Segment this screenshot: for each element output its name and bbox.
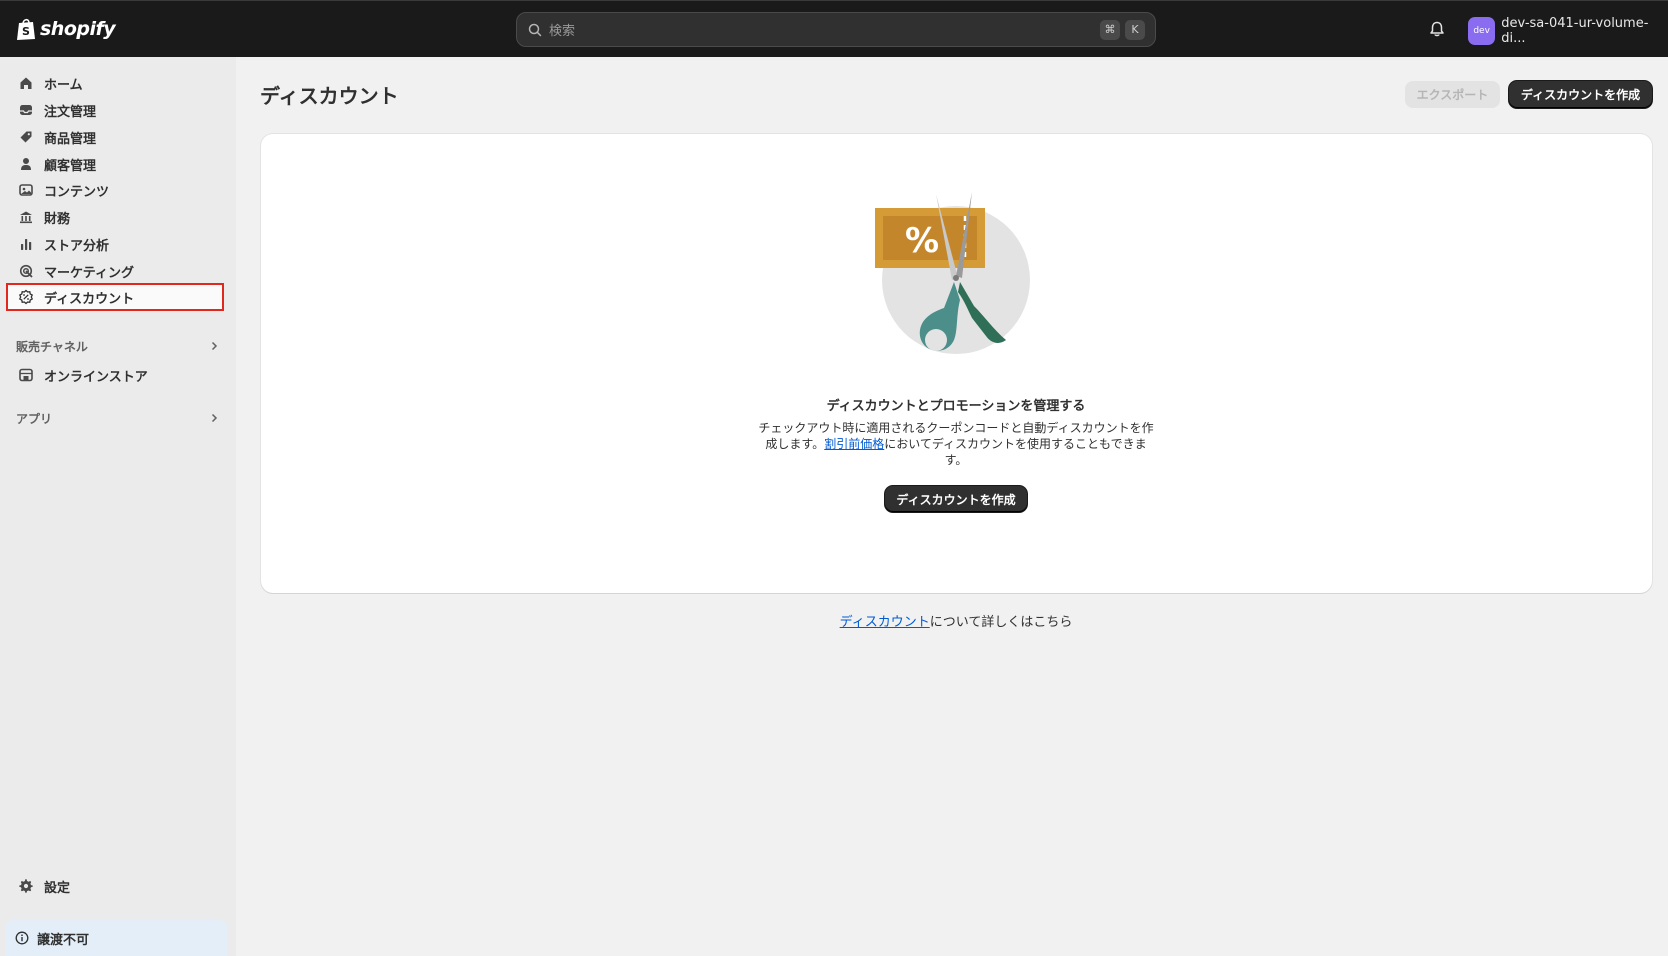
home-icon [20,77,32,89]
bank-icon [20,211,32,224]
create-discount-button[interactable]: ディスカウントを作成 [1509,81,1652,108]
notice-label: 譲渡不可 [37,932,90,948]
sidebar-item-label: コンテンツ [44,184,110,200]
svg-text:%: % [905,221,939,261]
apps-header[interactable]: アプリ [16,408,222,428]
sidebar-item-label: ホーム [44,77,83,93]
compare-at-price-link[interactable]: 割引前価格 [824,437,884,451]
sidebar-item-orders[interactable]: 注文管理 [8,97,222,123]
sidebar-item-label: 注文管理 [44,104,97,120]
top-bar: S shopify 検索 ⌘ K dev dev-sa-041-ur-volum… [0,0,1668,57]
apps-label: アプリ [16,411,53,426]
image-icon [19,184,33,196]
sidebar-item-label: 顧客管理 [44,158,97,174]
store-icon [19,368,33,382]
store-switcher[interactable]: dev dev-sa-041-ur-volume-di... [1468,16,1668,46]
sidebar-item-content[interactable]: コンテンツ [8,177,222,203]
info-icon [15,931,29,945]
search-icon [528,23,542,36]
shortcut-key-k: K [1125,19,1145,40]
sidebar-item-label: 商品管理 [44,131,97,147]
desc-text-after: においてディスカウントを使用することもできます。 [884,437,1147,467]
shortcut-key-cmd: ⌘ [1100,19,1120,40]
person-icon [21,158,31,170]
sidebar-item-label: 設定 [44,880,71,896]
sidebar-item-label: 財務 [44,211,71,227]
sidebar-item-discounts[interactable]: ディスカウント [6,283,224,311]
chevron-right-icon [211,341,218,351]
sales-channels-label: 販売チャネル [16,339,88,354]
non-transferable-notice[interactable]: 譲渡不可 [5,920,227,956]
empty-state-create-button[interactable]: ディスカウントを作成 [885,486,1027,512]
bar-chart-icon [21,239,32,250]
sidebar-item-analytics[interactable]: ストア分析 [8,231,222,257]
search-bar[interactable]: 検索 ⌘ K [516,12,1156,47]
sidebar-item-online-store[interactable]: オンラインストア [8,362,222,388]
sales-channels-header[interactable]: 販売チャネル [16,336,222,356]
empty-state-description: チェックアウト時に適用されるクーポンコードと自動ディスカウントを作成します。割引… [756,420,1156,468]
empty-state-heading: ディスカウントとプロモーションを管理する [826,399,1086,414]
sidebar-item-finance[interactable]: 財務 [8,204,222,230]
sidebar-item-home[interactable]: ホーム [8,70,222,96]
sidebar: ホーム 注文管理 商品管理 顧客管理 コンテンツ 財務 ストア分析 マーケティン… [0,57,236,956]
shopify-bag-icon: S [17,18,35,40]
discount-icon [18,289,34,305]
bell-icon[interactable] [1428,20,1446,38]
shopify-wordmark: shopify [40,18,116,40]
learn-more-footer: ディスカウントについて詳しくはこちら [700,611,1212,630]
tag-icon [20,131,32,143]
store-avatar: dev [1468,17,1496,45]
sidebar-item-label: ディスカウント [44,291,135,307]
chevron-right-icon [211,413,218,423]
sidebar-item-settings[interactable]: 設定 [8,873,222,899]
export-button[interactable]: エクスポート [1405,81,1500,108]
sidebar-item-marketing[interactable]: マーケティング [8,258,222,284]
svg-text:S: S [22,25,30,38]
search-placeholder: 検索 [549,24,576,39]
discount-scissors-illustration: % [875,192,1030,354]
shopify-logo[interactable]: S shopify [16,17,116,41]
learn-more-suffix: について詳しくはこちら [929,615,1073,630]
page-title: ディスカウント [260,84,399,108]
gear-icon [19,879,33,893]
store-name: dev-sa-041-ur-volume-di... [1501,16,1649,46]
target-icon [19,264,33,278]
sidebar-item-label: オンラインストア [44,369,148,385]
sidebar-item-customers[interactable]: 顧客管理 [8,151,222,177]
learn-more-discounts-link[interactable]: ディスカウント [840,615,930,630]
sidebar-item-products[interactable]: 商品管理 [8,124,222,150]
sidebar-item-label: マーケティング [44,265,134,281]
sidebar-item-label: ストア分析 [44,238,110,254]
inbox-icon [20,105,32,115]
